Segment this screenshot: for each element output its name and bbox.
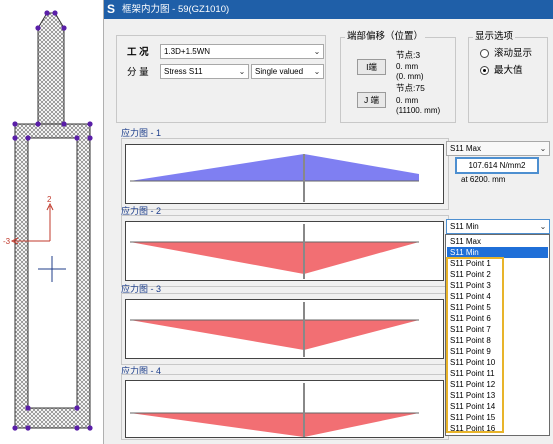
chart-2-plot (125, 221, 444, 281)
j-offset-value: 0. mm (396, 96, 419, 105)
section-top-web (37, 12, 65, 125)
dropdown-item[interactable]: S11 Point 9 (447, 346, 548, 357)
max-value-label[interactable]: 最大值 (494, 65, 523, 76)
dropdown-item[interactable]: S11 Point 15 (447, 412, 548, 423)
chevron-down-icon: ⌄ (238, 67, 246, 76)
dropdown-item[interactable]: S11 Point 3 (447, 280, 548, 291)
i-node-label: 节点:3 (396, 50, 421, 60)
dropdown-item[interactable]: S11 Point 16 (447, 423, 548, 434)
end-offset-group: 端部偏移（位置） I端 节点:3 0. mm (0. mm) J 端 节点:75… (340, 31, 456, 123)
i-end-button[interactable]: I端 (357, 59, 386, 75)
j-position-value: (11100. mm) (396, 106, 441, 115)
dropdown-item[interactable]: S11 Point 2 (447, 269, 548, 280)
component-select[interactable]: Stress S11 ⌄ (160, 64, 249, 79)
chart-1-panel (121, 138, 449, 210)
chart-3-negative-area (130, 320, 419, 350)
window-title: 框架内力图 - 59(GZ1010) (122, 4, 230, 15)
max-value-radio[interactable] (480, 66, 489, 75)
centroid-marker (38, 256, 66, 282)
scroll-display-radio[interactable] (480, 49, 489, 58)
chart-1-svg (130, 154, 419, 202)
chart-2-selector[interactable]: S11 Min ⌄ (446, 219, 550, 234)
dropdown-item[interactable]: S11 Point 4 (447, 291, 548, 302)
chart-4-panel (121, 374, 449, 440)
chart-4-plot (125, 380, 444, 438)
dropdown-item[interactable]: S11 Min (447, 247, 548, 258)
dropdown-item[interactable]: S11 Point 14 (447, 401, 548, 412)
chevron-down-icon: ⌄ (539, 222, 547, 231)
title-bar: S 框架内力图 - 59(GZ1010) (104, 0, 553, 19)
dropdown-item[interactable]: S11 Point 1 (447, 258, 548, 269)
frame-force-dialog: S 框架内力图 - 59(GZ1010) 工 况 1.3D+1.5WN ⌄ 分 … (103, 0, 553, 444)
axis-3-label: -3 (3, 237, 11, 246)
load-case-group: 工 况 1.3D+1.5WN ⌄ 分 量 Stress S11 ⌄ Single… (116, 35, 326, 123)
component-label: 分 量 (127, 67, 149, 78)
chevron-down-icon: ⌄ (313, 47, 321, 56)
j-end-button[interactable]: J 端 (357, 92, 386, 108)
dropdown-item[interactable]: S11 Point 11 (447, 368, 548, 379)
i-offset-value: 0. mm (396, 62, 419, 71)
dropdown-item[interactable]: S11 Max (447, 236, 548, 247)
component-dropdown-list[interactable]: S11 Max S11 Min S11 Point 1 S11 Point 2 S11 … (445, 234, 550, 436)
chart-2-svg (130, 224, 419, 279)
dropdown-item[interactable]: S11 Point 10 (447, 357, 548, 368)
section-drawing: 2 -3 (3, 10, 93, 431)
chart-4-negative-area (130, 413, 419, 437)
chart-2-panel (121, 215, 449, 287)
dropdown-item[interactable]: S11 Point 6 (447, 313, 548, 324)
max-value-location: at 6200. mm (461, 175, 506, 184)
axis-2-label: 2 (47, 195, 52, 204)
section-preview-panel: 2 -3 (0, 0, 101, 444)
dropdown-item[interactable]: S11 Point 7 (447, 324, 548, 335)
load-case-select[interactable]: 1.3D+1.5WN ⌄ (160, 44, 324, 59)
app-icon: S (107, 2, 116, 16)
dropdown-item[interactable]: S11 Point 12 (447, 379, 548, 390)
j-node-label: 节点:75 (396, 83, 425, 93)
case-label: 工 况 (127, 47, 149, 58)
dropdown-item[interactable]: S11 Point 13 (447, 390, 548, 401)
chart-4-svg (130, 383, 419, 437)
chart-1-positive-area (130, 154, 419, 181)
dropdown-item[interactable]: S11 Point 5 (447, 302, 548, 313)
display-options-group: 显示选项 滚动显示 最大值 (468, 31, 548, 123)
scroll-display-label[interactable]: 滚动显示 (494, 48, 532, 59)
chevron-down-icon: ⌄ (313, 67, 321, 76)
dropdown-item[interactable]: S11 Point 8 (447, 335, 548, 346)
chart-3-svg (130, 302, 419, 357)
chevron-down-icon: ⌄ (539, 144, 547, 153)
value-mode-value: Single valued (255, 67, 304, 76)
chart-1-selector-value: S11 Max (450, 144, 481, 153)
chart-3-plot (125, 299, 444, 359)
max-value-readout: 107.614 N/mm2 (455, 157, 539, 174)
chart-2-selector-value: S11 Min (450, 222, 479, 231)
i-position-value: (0. mm) (396, 72, 424, 81)
chart-2-negative-area (130, 242, 419, 274)
chart-3-panel (121, 293, 449, 365)
chart-1-plot (125, 144, 444, 204)
value-mode-select[interactable]: Single valued ⌄ (251, 64, 324, 79)
chart-1-selector[interactable]: S11 Max ⌄ (446, 141, 550, 156)
load-case-value: 1.3D+1.5WN (164, 47, 211, 56)
end-offset-title: 端部偏移（位置） (345, 31, 426, 43)
component-value: Stress S11 (164, 67, 203, 76)
display-options-title: 显示选项 (473, 31, 516, 43)
